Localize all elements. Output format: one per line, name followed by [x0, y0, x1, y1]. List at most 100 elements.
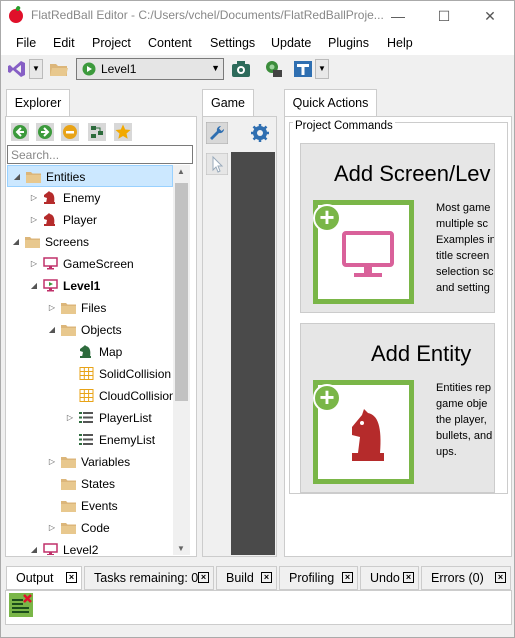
close-icon[interactable]: ×	[261, 572, 272, 583]
settings-gear-icon[interactable]	[249, 122, 271, 144]
expand-arrow-icon[interactable]: ▷	[29, 187, 39, 209]
tab-build-label: Build	[226, 571, 254, 585]
collapse-arrow-icon[interactable]: ◢	[47, 319, 57, 341]
tree-item[interactable]: ▷ PlayerList	[7, 407, 173, 429]
menu-project[interactable]: Project	[92, 36, 131, 50]
tab-errors-label: Errors (0)	[431, 571, 484, 585]
visual-studio-icon[interactable]	[7, 59, 27, 79]
tree-item[interactable]: ▷ Variables	[7, 451, 173, 473]
add-entity-description: Entities rep game obje the player, bulle…	[436, 382, 493, 458]
collapse-all-icon[interactable]	[61, 123, 79, 141]
minimize-button[interactable]: —	[375, 1, 421, 31]
knight-icon	[352, 409, 384, 461]
scroll-down-icon[interactable]: ▼	[177, 544, 185, 553]
tree-item[interactable]: ◢ Screens	[7, 231, 173, 253]
tab-game[interactable]: Game	[202, 89, 254, 117]
expand-arrow-icon[interactable]: ▷	[29, 209, 39, 231]
tiled-icon[interactable]	[293, 59, 313, 79]
collapse-arrow-icon[interactable]: ◢	[12, 166, 22, 188]
tiled-dropdown[interactable]: ▼	[315, 59, 329, 79]
menu-bar: File Edit Project Content Settings Updat…	[1, 31, 514, 55]
tab-undo[interactable]: Undo ×	[360, 566, 419, 590]
folder-icon	[61, 457, 76, 468]
menu-file[interactable]: File	[16, 36, 36, 50]
expand-arrow-icon[interactable]: ▷	[47, 517, 57, 539]
tree-item[interactable]: ◢ Objects	[7, 319, 173, 341]
explorer-scrollbar[interactable]: ▲ ▼	[173, 165, 190, 555]
wrench-icon[interactable]	[206, 122, 228, 144]
tree-item[interactable]: EnemyList	[7, 429, 173, 451]
menu-edit[interactable]: Edit	[53, 36, 75, 50]
tree-item[interactable]: ▷ Player	[7, 209, 173, 231]
app-logo-icon	[9, 9, 23, 23]
menu-content[interactable]: Content	[148, 36, 192, 50]
tree-item[interactable]: ▷ Files	[7, 297, 173, 319]
tab-quick-actions[interactable]: Quick Actions	[284, 89, 377, 117]
menu-plugins[interactable]: Plugins	[328, 36, 369, 50]
menu-settings[interactable]: Settings	[210, 36, 255, 50]
glue-plugin-icon[interactable]	[264, 59, 284, 79]
toggle-entity-view-icon[interactable]	[88, 123, 106, 141]
game-viewport[interactable]	[231, 152, 275, 555]
green-knight-icon	[80, 345, 91, 358]
camera-icon[interactable]	[231, 59, 251, 79]
tree-item[interactable]: Events	[7, 495, 173, 517]
tab-profiling[interactable]: Profiling ×	[279, 566, 358, 590]
maximize-button[interactable]: ☐	[421, 1, 467, 31]
close-icon[interactable]: ×	[495, 572, 506, 583]
collapse-arrow-icon[interactable]: ◢	[29, 275, 39, 297]
tree-item-label: Player	[63, 213, 98, 227]
expand-arrow-icon[interactable]: ▷	[29, 253, 39, 275]
search-input[interactable]: Search...	[7, 145, 193, 164]
visual-studio-dropdown[interactable]: ▼	[29, 59, 43, 79]
tab-explorer[interactable]: Explorer	[6, 89, 70, 117]
collapse-arrow-icon[interactable]: ◢	[29, 539, 39, 555]
close-icon[interactable]: ×	[198, 572, 209, 583]
tree-item[interactable]: ◢ Level1	[7, 275, 173, 297]
tree-item[interactable]: ▷ GameScreen	[7, 253, 173, 275]
tree-item-label: Entities	[46, 170, 86, 184]
collapse-arrow-icon[interactable]: ◢	[11, 231, 21, 253]
navigate-forward-icon[interactable]	[36, 123, 54, 141]
expand-arrow-icon[interactable]: ▷	[47, 297, 57, 319]
menu-update[interactable]: Update	[271, 36, 311, 50]
close-icon[interactable]: ×	[403, 572, 414, 583]
tree-item-label: PlayerList	[99, 411, 152, 425]
favorites-star-icon[interactable]	[114, 123, 132, 141]
screen-combo-value: Level1	[101, 62, 137, 76]
tree-item[interactable]: ▷ Enemy	[7, 187, 173, 209]
monitor-play-icon	[43, 279, 58, 292]
plus-icon: +	[313, 204, 341, 232]
tree-item[interactable]: ▷ Code	[7, 517, 173, 539]
tab-errors[interactable]: Errors (0) ×	[421, 566, 511, 590]
knight-icon	[44, 191, 55, 204]
add-screen-card[interactable]: Add Screen/Lev + Most game multiple sc E…	[300, 143, 495, 313]
toolbar: ▼ Level1 ▼ ▼	[1, 55, 514, 83]
close-button[interactable]: ✕	[467, 1, 513, 31]
scroll-up-icon[interactable]: ▲	[177, 167, 185, 176]
tree-item[interactable]: Map	[7, 341, 173, 363]
tab-output[interactable]: Output ×	[6, 566, 82, 590]
list-icon	[79, 434, 93, 445]
screen-combo[interactable]: Level1 ▼	[76, 58, 224, 80]
close-icon[interactable]: ×	[342, 572, 353, 583]
open-folder-icon[interactable]	[49, 59, 69, 79]
tree-item[interactable]: CloudCollision	[7, 385, 173, 407]
tree-item[interactable]: SolidCollision	[7, 363, 173, 385]
tree-item[interactable]: ◢ Entities	[7, 165, 173, 187]
navigate-back-icon[interactable]	[11, 123, 29, 141]
list-icon	[79, 412, 93, 423]
add-entity-card[interactable]: Add Entity + Entities rep game obje the …	[300, 323, 495, 493]
close-icon[interactable]: ×	[66, 572, 77, 583]
expand-arrow-icon[interactable]: ▷	[65, 407, 75, 429]
grid-icon	[79, 389, 94, 402]
select-pointer-icon[interactable]	[206, 153, 228, 175]
tree-item[interactable]: ◢ Level2	[7, 539, 173, 555]
menu-help[interactable]: Help	[387, 36, 413, 50]
scroll-thumb[interactable]	[175, 183, 188, 401]
expand-arrow-icon[interactable]: ▷	[47, 451, 57, 473]
clear-output-icon[interactable]	[9, 593, 33, 617]
tab-tasks[interactable]: Tasks remaining: 0 ×	[84, 566, 214, 590]
tab-build[interactable]: Build ×	[216, 566, 277, 590]
tree-item[interactable]: States	[7, 473, 173, 495]
